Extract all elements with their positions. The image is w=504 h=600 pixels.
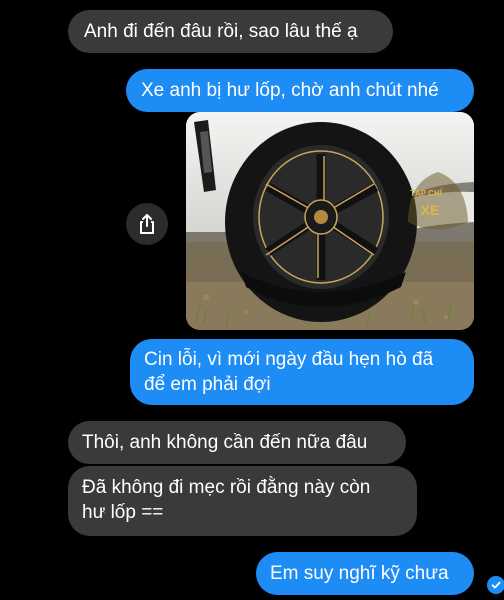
photo-image: TẠP CHÍ XE <box>186 112 474 330</box>
message-text: Anh đi đến đâu rồi, sao lâu thế ạ <box>84 21 358 42</box>
watermark-line-1: TẠP CHÍ <box>410 189 443 198</box>
outgoing-message-2[interactable]: Xe anh bị hư lốp, chờ anh chút nhé <box>126 69 474 112</box>
incoming-message-5[interactable]: Thôi, anh không cần đến nữa đâu <box>68 421 406 464</box>
incoming-message-6[interactable]: Đã không đi mẹc rồi đằng này còn hư lốp … <box>68 466 417 536</box>
message-text: Em suy nghĩ kỹ chưa <box>270 563 449 584</box>
message-line-1: Cin lỗi, vì mới ngày đầu hẹn hò đã <box>144 349 434 370</box>
struck-word: hư <box>82 502 106 523</box>
struck-word: hư <box>226 80 250 101</box>
outgoing-message-4[interactable]: Cin lỗi, vì mới ngày đầu hẹn hò đã để em… <box>130 339 474 405</box>
outgoing-message-7[interactable]: Em suy nghĩ kỹ chưa <box>256 552 474 595</box>
car-flat-tyre-photo[interactable]: TẠP CHÍ XE <box>186 112 474 330</box>
message-text: Thôi, anh không cần đến nữa đâu <box>82 432 368 453</box>
message-line-1: Đã không đi mẹc rồi đằng này còn <box>82 477 371 498</box>
read-receipt <box>487 576 504 594</box>
watermark-line-2: XE <box>421 202 440 218</box>
check-icon <box>491 581 501 589</box>
message-line-2: để em phải đợi <box>144 374 271 395</box>
share-icon <box>140 214 154 234</box>
message-text-part: Xe anh bị <box>141 80 227 101</box>
message-text-part: lốp, chờ anh chút nhé <box>249 80 439 101</box>
message-line-2: lốp == <box>105 502 164 523</box>
incoming-message-1[interactable]: Anh đi đến đâu rồi, sao lâu thế ạ <box>68 10 393 53</box>
share-button[interactable] <box>126 203 168 245</box>
